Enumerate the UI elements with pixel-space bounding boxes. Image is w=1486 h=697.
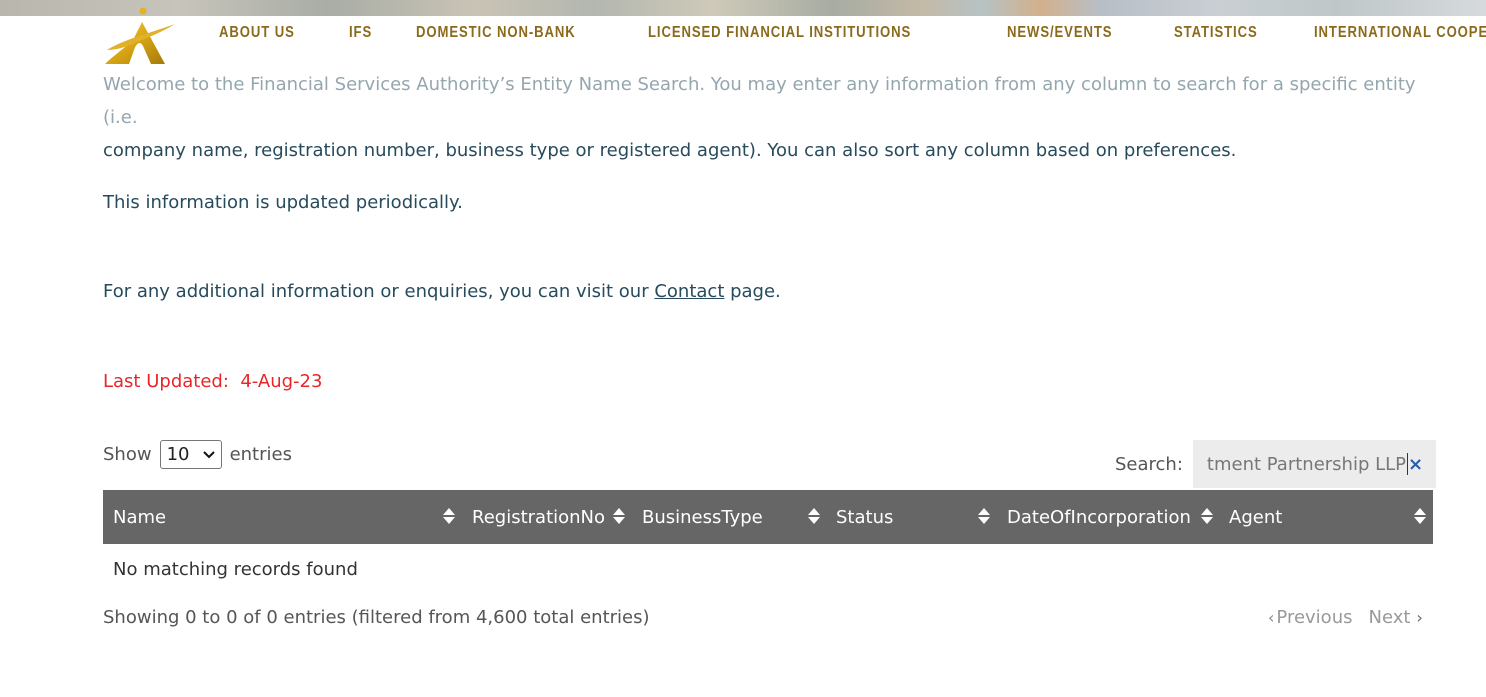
column-header-name[interactable]: Name	[113, 490, 166, 544]
nav-about-us[interactable]: ABOUT US	[219, 24, 295, 42]
column-header-business-type[interactable]: BusinessType	[642, 490, 763, 544]
page-size-select[interactable]: 10	[159, 440, 222, 469]
column-label: BusinessType	[642, 506, 763, 528]
search-label: Search:	[1115, 453, 1183, 475]
table-info: Showing 0 to 0 of 0 entries (filtered fr…	[103, 607, 650, 628]
empty-table-message: No matching records found	[113, 559, 358, 580]
nav-ifs[interactable]: IFS	[349, 24, 372, 42]
sort-icon[interactable]	[1414, 507, 1426, 527]
last-updated-label: Last Updated:	[103, 371, 229, 392]
column-header-registration-no[interactable]: RegistrationNo	[472, 490, 605, 544]
intro-text: Welcome to the Financial Services Author…	[103, 68, 1433, 167]
contact-note-suffix: page.	[724, 281, 781, 302]
search-input[interactable]: tment Partnership LLP ×	[1192, 440, 1436, 488]
column-label: RegistrationNo	[472, 506, 606, 528]
column-label: Name	[113, 506, 167, 528]
hero-banner-image	[0, 0, 1486, 16]
entries-label: entries	[229, 444, 292, 465]
contact-link[interactable]: Contact	[654, 281, 724, 302]
nav-statistics[interactable]: STATISTICS	[1174, 24, 1258, 42]
table-header: Name RegistrationNo BusinessType Status …	[103, 490, 1433, 544]
main-navigation: ABOUT US IFS DOMESTIC NON-BANK LICENSED …	[0, 7, 1486, 66]
chevron-right-icon: ›	[1416, 608, 1423, 627]
search-control: Search: tment Partnership LLP ×	[1115, 440, 1436, 488]
clear-search-icon[interactable]: ×	[1408, 454, 1423, 475]
sort-icon[interactable]	[443, 507, 455, 527]
chevron-down-icon	[202, 450, 215, 458]
sort-icon[interactable]	[613, 507, 625, 527]
last-updated: Last Updated: 4-Aug-23	[103, 371, 322, 392]
show-label: Show	[103, 444, 152, 465]
sort-icon[interactable]	[1201, 507, 1213, 527]
intro-line-1: Welcome to the Financial Services Author…	[103, 74, 1416, 128]
page-size-value: 10	[166, 444, 190, 465]
chevron-left-icon: ‹	[1268, 608, 1275, 627]
column-label: DateOfIncorporation	[1007, 506, 1191, 528]
column-label: Agent	[1229, 506, 1283, 528]
nav-international-cooperation[interactable]: INTERNATIONAL COOPERATION	[1314, 24, 1486, 42]
column-header-status[interactable]: Status	[836, 490, 893, 544]
nav-domestic-non-bank[interactable]: DOMESTIC NON-BANK	[416, 24, 576, 42]
updated-note: This information is updated periodically…	[103, 192, 463, 213]
contact-note: For any additional information or enquir…	[103, 281, 781, 302]
next-button[interactable]: Next	[1368, 607, 1410, 628]
column-header-agent[interactable]: Agent	[1229, 490, 1282, 544]
pagination: ‹ Previous Next ›	[1268, 607, 1423, 628]
nav-news-events[interactable]: NEWS/EVENTS	[1007, 24, 1112, 42]
sort-icon[interactable]	[978, 507, 990, 527]
column-header-date-of-incorporation[interactable]: DateOfIncorporation	[1007, 490, 1191, 544]
last-updated-value: 4-Aug-23	[240, 371, 323, 392]
search-value: tment Partnership LLP	[1206, 453, 1407, 475]
contact-note-prefix: For any additional information or enquir…	[103, 281, 655, 302]
previous-button[interactable]: Previous	[1276, 607, 1352, 628]
page-length-control: Show 10 entries	[103, 440, 292, 469]
sort-icon[interactable]	[808, 507, 820, 527]
column-label: Status	[836, 506, 894, 528]
nav-licensed-financial-institutions[interactable]: LICENSED FINANCIAL INSTITUTIONS	[648, 24, 911, 42]
intro-line-2: company name, registration number, busin…	[103, 140, 1237, 161]
